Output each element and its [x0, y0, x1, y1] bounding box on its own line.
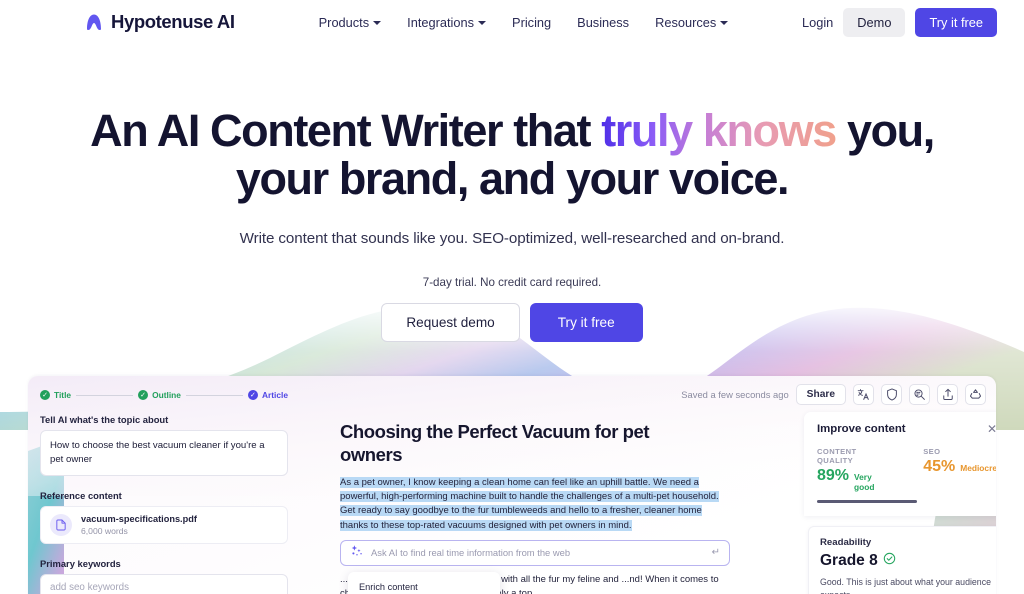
nav-item-business[interactable]: Business — [577, 15, 629, 30]
topic-input[interactable]: How to choose the best vacuum cleaner if… — [40, 430, 288, 476]
nav-item-integrations-label: Integrations — [407, 14, 475, 30]
reference-file-name: vacuum-specifications.pdf — [81, 514, 197, 524]
article-setup-panel: ✓ Title ✓ Outline ✓ Article Tell AI what… — [40, 390, 288, 594]
headline-part-1: An AI Content Writer that — [90, 105, 602, 156]
plagiarism-scan-icon[interactable] — [909, 384, 930, 405]
chevron-down-icon — [478, 21, 487, 25]
demo-button[interactable]: Demo — [843, 7, 906, 37]
reference-content-label: Reference content — [40, 490, 122, 501]
rewrite-refresh-icon[interactable] — [965, 384, 986, 405]
check-circle-icon: ✓ — [40, 390, 50, 400]
readability-label: Readability — [820, 537, 872, 548]
hero-subheading: Write content that sounds like you. SEO-… — [239, 230, 785, 247]
trial-note: 7-day trial. No credit card required. — [422, 276, 602, 289]
improve-content-header: Improve content ✕ — [817, 423, 996, 435]
step-outline-label: Outline — [152, 390, 181, 400]
readability-grade-row: Grade 8 — [820, 552, 994, 570]
reference-file-card[interactable]: vacuum-specifications.pdf 6,000 words — [40, 506, 288, 544]
step-connector — [76, 394, 134, 396]
metric-content-quality-row: 89% Very good — [817, 467, 891, 492]
enrich-content-label: Enrich content — [359, 582, 418, 592]
metric-content-quality-tag: Very good — [854, 472, 875, 492]
translate-icon[interactable] — [853, 384, 874, 405]
chevron-down-icon — [373, 21, 382, 25]
nav-item-products[interactable]: Products — [319, 15, 382, 30]
ask-ai-input-bar[interactable]: Ask AI to find real time information fro… — [340, 539, 730, 566]
readability-card: Readability Grade 8 Good. This is just a… — [808, 526, 996, 594]
headline-gradient-text: truly knows — [601, 105, 837, 156]
check-circle-icon — [883, 552, 896, 570]
primary-keywords-label: Primary keywords — [40, 558, 121, 569]
metrics-row: CONTENT QUALITY 89% Very good SEO 45% Me… — [817, 447, 996, 492]
document-paragraph-highlighted[interactable]: As a pet owner, I know keeping a clean h… — [340, 476, 732, 533]
share-button[interactable]: Share — [795, 384, 846, 405]
try-it-free-button[interactable]: Try it free — [915, 7, 997, 37]
metric-seo-value: 45% — [923, 458, 956, 475]
panel-tab-indicator[interactable] — [817, 500, 917, 503]
document-editor: Choosing the Perfect Vacuum for pet owne… — [340, 420, 760, 594]
check-circle-icon: ✓ — [247, 390, 258, 400]
enrich-content-popover[interactable]: Enrich content — [348, 572, 500, 594]
brand-name: Hypotenuse AI — [111, 11, 235, 32]
landing-page: Hypotenuse AI Products Integrations Pric… — [0, 0, 1024, 594]
metric-seo: SEO 45% Mediocre — [923, 447, 996, 492]
nav-item-resources[interactable]: Resources — [655, 14, 729, 30]
export-upload-icon[interactable] — [937, 384, 958, 405]
step-title-label: Title — [54, 390, 72, 400]
step-article-label: Article — [261, 390, 289, 400]
nav-item-resources-label: Resources — [655, 14, 717, 30]
file-document-icon — [50, 514, 72, 536]
ask-ai-placeholder: Ask AI to find real time information fro… — [371, 547, 571, 559]
hypotenuse-logo-icon — [84, 12, 104, 32]
readability-grade-value: Grade 8 — [820, 552, 878, 569]
document-title[interactable]: Choosing the Perfect Vacuum for pet owne… — [340, 420, 685, 466]
sparkle-ai-icon — [350, 544, 363, 562]
product-screenshot: Saved a few seconds ago Share ✓ Title ✓ … — [28, 376, 996, 594]
nav-actions: Login Demo Try it free — [802, 7, 997, 37]
nav-item-pricing[interactable]: Pricing — [512, 15, 551, 30]
topic-label: Tell AI what's the topic about — [40, 414, 169, 425]
hero-try-it-free-button[interactable]: Try it free — [529, 303, 643, 342]
metric-seo-row: 45% Mediocre — [923, 458, 996, 476]
step-outline[interactable]: ✓ Outline — [138, 390, 181, 400]
editor-toolbar: Saved a few seconds ago Share — [681, 384, 986, 405]
save-status: Saved a few seconds ago — [681, 389, 789, 400]
enter-key-icon: ↵ — [711, 547, 720, 559]
improve-content-card: Improve content ✕ CONTENT QUALITY 89% Ve… — [804, 412, 996, 516]
hero-cta-row: Request demo Try it free — [0, 303, 1024, 342]
reference-file-meta: 6,000 words — [81, 526, 128, 536]
readability-description: Good. This is just about what your audie… — [820, 577, 991, 594]
metric-seo-tag: Mediocre — [960, 463, 996, 473]
step-article[interactable]: ✓ Article — [247, 390, 289, 400]
close-icon[interactable]: ✕ — [987, 423, 996, 435]
check-circle-icon: ✓ — [138, 390, 149, 400]
nav-item-integrations[interactable]: Integrations — [407, 14, 487, 30]
nav-item-products-label: Products — [318, 14, 370, 30]
improve-content-panel: Improve content ✕ CONTENT QUALITY 89% Ve… — [804, 412, 996, 594]
step-connector — [185, 394, 243, 396]
hero-section: An AI Content Writer that truly knows yo… — [0, 0, 1024, 342]
brand-logo[interactable]: Hypotenuse AI — [84, 11, 235, 33]
metric-seo-caption: SEO — [923, 447, 941, 456]
metric-content-quality-caption: CONTENT QUALITY — [817, 447, 857, 465]
reference-file-info: vacuum-specifications.pdf 6,000 words — [81, 514, 197, 536]
highlighted-text: As a pet owner, I know keeping a clean h… — [340, 477, 719, 531]
login-link[interactable]: Login — [802, 15, 833, 30]
metric-content-quality-value: 89% — [817, 467, 850, 484]
nav-links: Products Integrations Pricing Business R… — [319, 15, 729, 30]
progress-steps: ✓ Title ✓ Outline ✓ Article — [40, 390, 288, 400]
metric-content-quality: CONTENT QUALITY 89% Very good — [817, 447, 891, 492]
shield-icon[interactable] — [881, 384, 902, 405]
step-title[interactable]: ✓ Title — [40, 390, 71, 400]
top-navigation: Hypotenuse AI Products Integrations Pric… — [0, 0, 1024, 44]
request-demo-button[interactable]: Request demo — [381, 303, 520, 342]
improve-content-title: Improve content — [817, 423, 906, 435]
chevron-down-icon — [720, 21, 729, 25]
keywords-input[interactable]: add seo keywords — [40, 574, 288, 594]
page-title: An AI Content Writer that truly knows yo… — [0, 107, 1024, 203]
